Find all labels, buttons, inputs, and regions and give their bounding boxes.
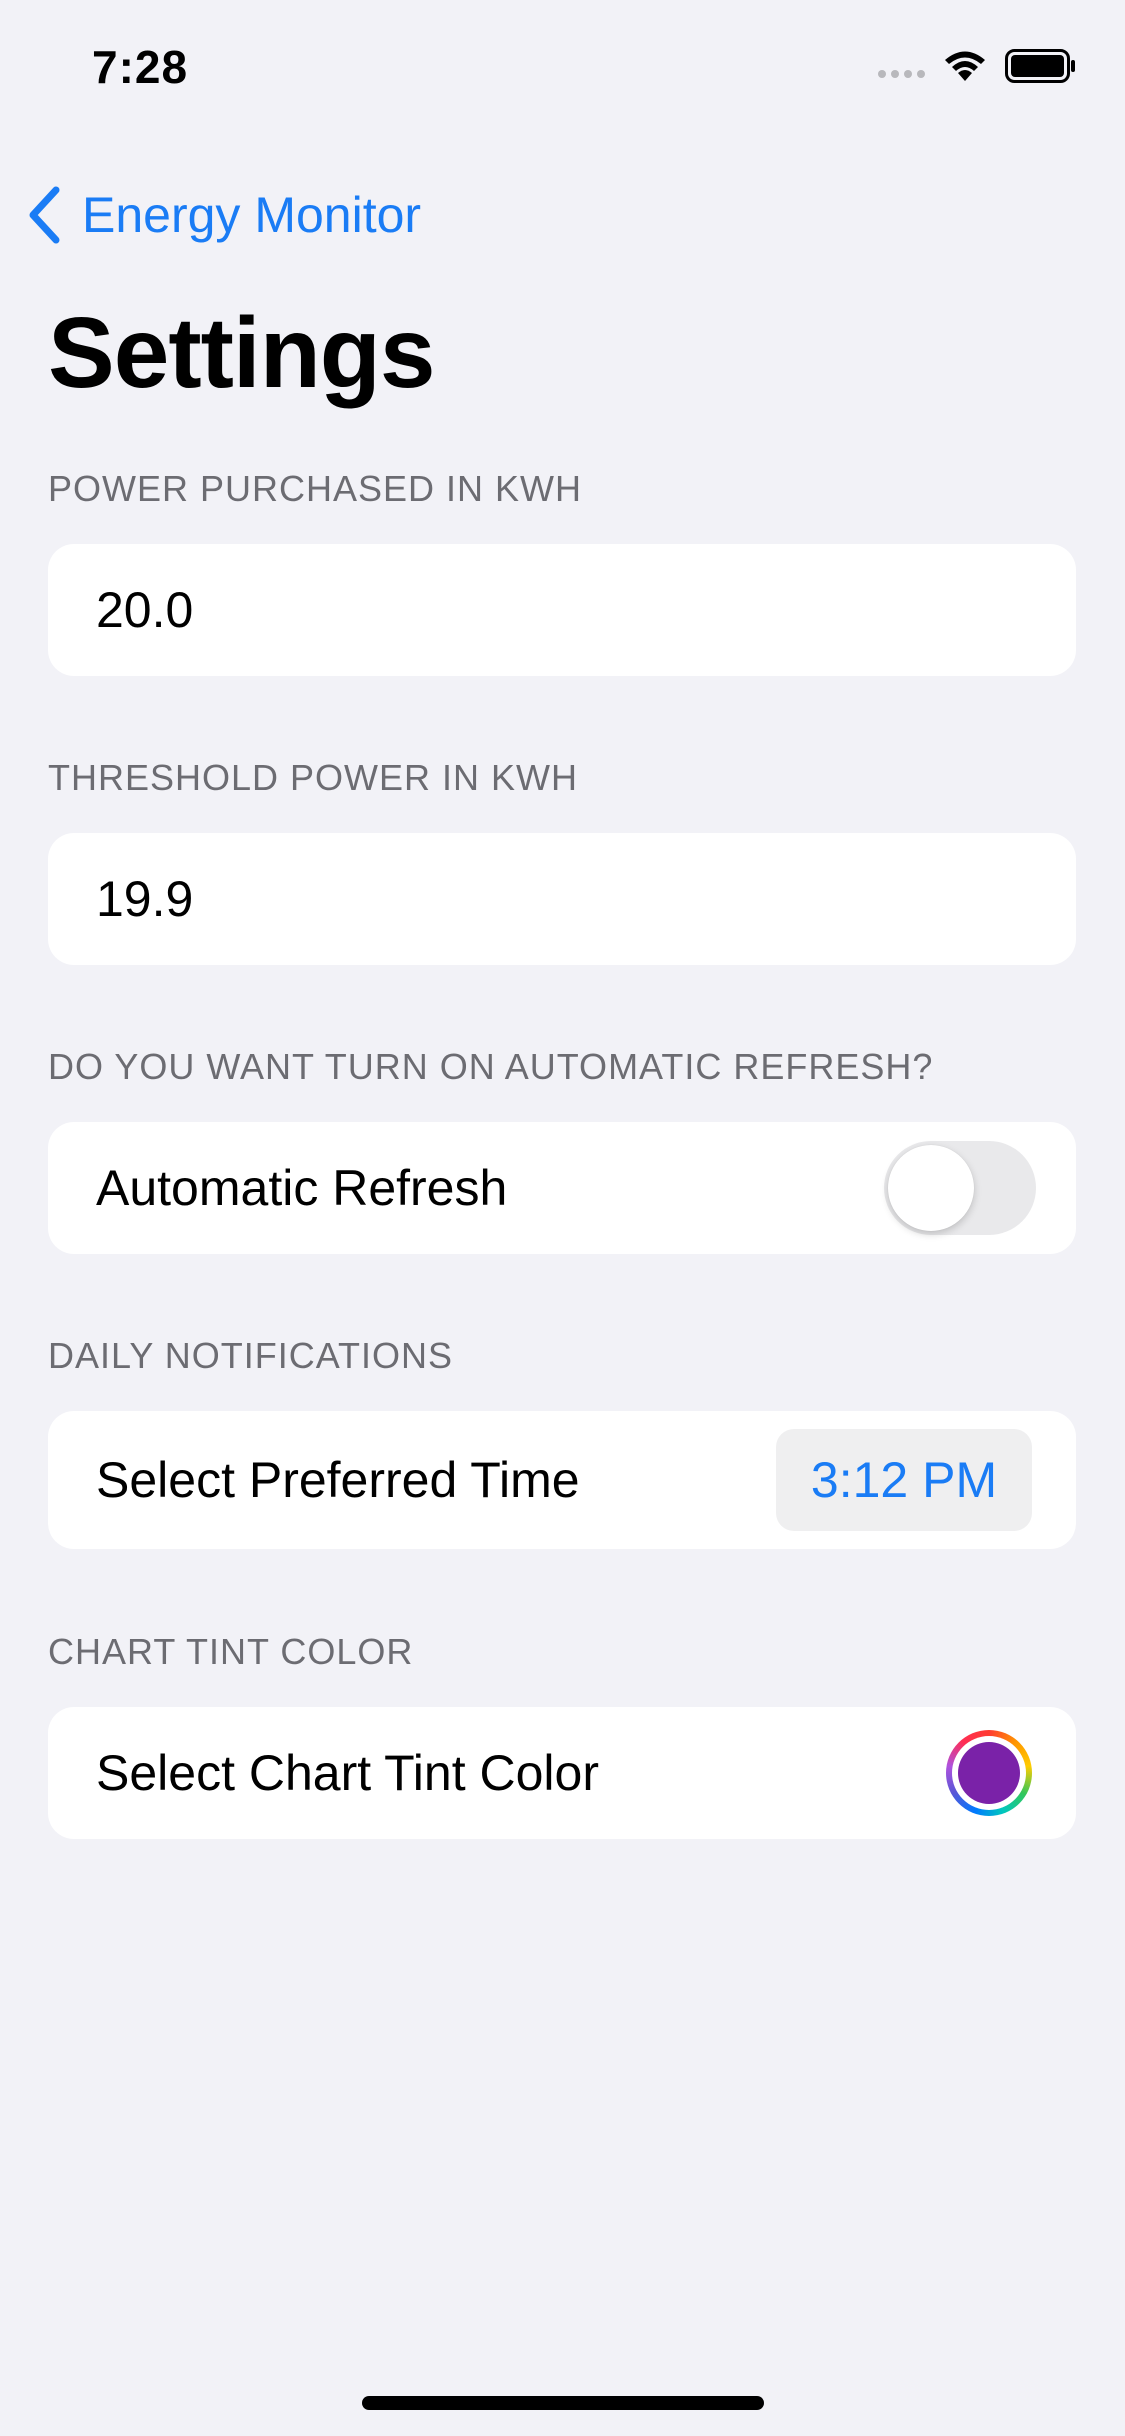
power-purchased-card [48, 544, 1076, 676]
status-icons [878, 48, 1077, 88]
color-well-ring [952, 1736, 1026, 1810]
page-title: Settings [48, 297, 435, 409]
cellular-signal-icon [878, 70, 925, 78]
wifi-icon [943, 49, 987, 88]
back-button[interactable]: Energy Monitor [24, 180, 421, 250]
section-header-threshold-power: THRESHOLD POWER IN KWH [48, 757, 579, 798]
automatic-refresh-row: Automatic Refresh [48, 1122, 1076, 1254]
automatic-refresh-toggle[interactable] [884, 1141, 1036, 1235]
preferred-time-label: Select Preferred Time [96, 1452, 580, 1508]
home-indicator [362, 2396, 764, 2410]
preferred-time-row: Select Preferred Time 3:12 PM [48, 1411, 1076, 1549]
back-button-label: Energy Monitor [82, 187, 422, 243]
section-header-chart-tint: CHART TINT COLOR [48, 1631, 414, 1672]
section-header-power-purchased: POWER PURCHASED IN KWH [48, 468, 583, 509]
threshold-power-card [48, 833, 1076, 965]
section-header-automatic-refresh: DO YOU WANT TURN ON AUTOMATIC REFRESH? [48, 1046, 934, 1087]
status-bar: 7:28 [0, 0, 1125, 140]
toggle-knob [888, 1145, 974, 1231]
section-header-daily-notifications: DAILY NOTIFICATIONS [48, 1335, 454, 1376]
preferred-time-picker[interactable]: 3:12 PM [776, 1429, 1032, 1531]
chart-tint-row: Select Chart Tint Color [48, 1707, 1076, 1839]
threshold-power-field[interactable] [96, 870, 1028, 928]
power-purchased-field[interactable] [96, 581, 1028, 639]
chevron-left-icon [24, 185, 64, 245]
battery-icon [1005, 48, 1077, 88]
status-time: 7:28 [92, 41, 189, 93]
color-picker-well[interactable] [946, 1730, 1032, 1816]
selected-color-swatch [958, 1742, 1020, 1804]
chart-tint-label: Select Chart Tint Color [96, 1745, 599, 1801]
automatic-refresh-label: Automatic Refresh [96, 1160, 508, 1216]
